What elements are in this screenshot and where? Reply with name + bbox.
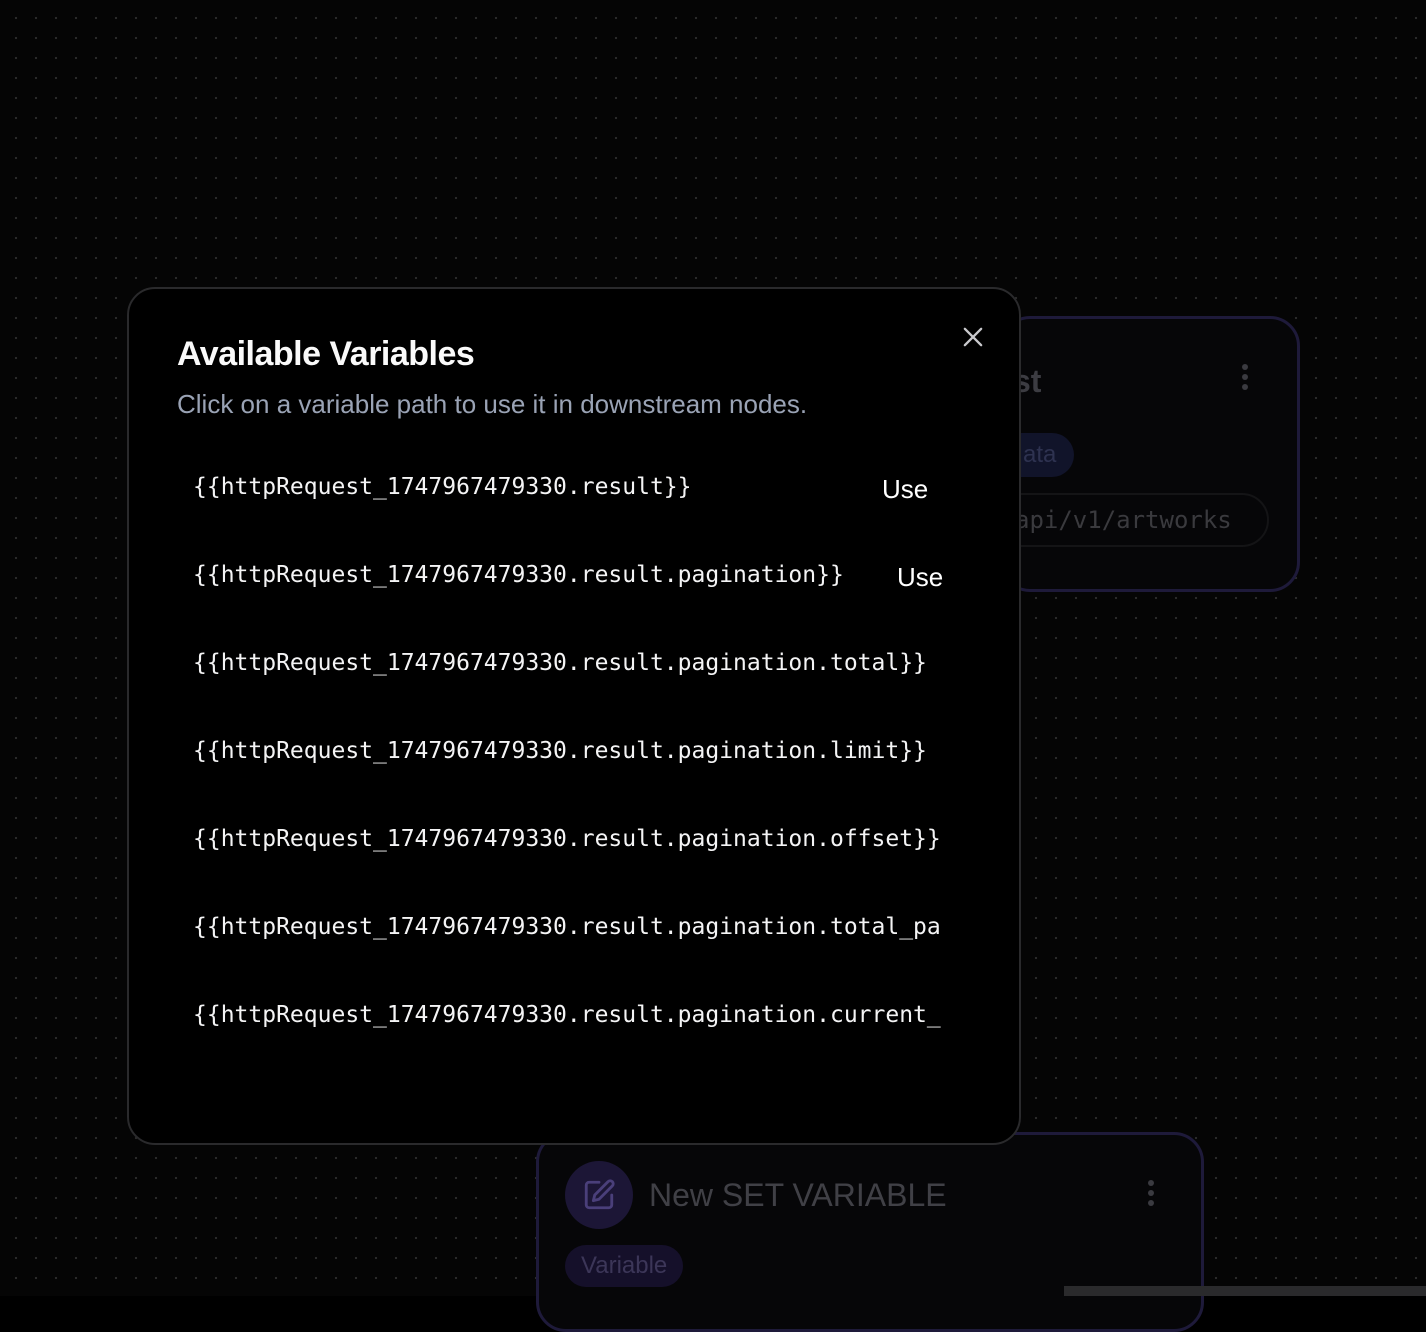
variable-path[interactable]: {{httpRequest_1747967479330.result}} xyxy=(193,459,692,515)
available-variables-dialog: Available Variables Click on a variable … xyxy=(127,287,1021,1145)
use-button[interactable]: Use xyxy=(897,549,943,605)
node-menu-icon[interactable] xyxy=(1147,1180,1155,1210)
set-variable-node[interactable]: New SET VARIABLE Variable xyxy=(536,1132,1204,1332)
node-menu-icon[interactable] xyxy=(1241,364,1249,394)
variable-row: {{httpRequest_1747967479330.result.pagin… xyxy=(193,987,973,1075)
variable-path[interactable]: {{httpRequest_1747967479330.result.pagin… xyxy=(193,635,927,691)
variable-path[interactable]: {{httpRequest_1747967479330.result.pagin… xyxy=(193,899,941,955)
dialog-title: Available Variables xyxy=(177,335,475,373)
node-tag: Variable xyxy=(565,1245,684,1287)
http-request-node[interactable]: st ata api/v1/artworks xyxy=(963,316,1300,592)
variable-path[interactable]: {{httpRequest_1747967479330.result.pagin… xyxy=(193,547,844,603)
dialog-description: Click on a variable path to use it in do… xyxy=(177,389,808,419)
variable-row: {{httpRequest_1747967479330.result.pagin… xyxy=(193,899,973,987)
variable-row: {{httpRequest_1747967479330.result.pagin… xyxy=(193,723,973,811)
variable-path[interactable]: {{httpRequest_1747967479330.result.pagin… xyxy=(193,723,927,779)
variable-row: {{httpRequest_1747967479330.result.pagin… xyxy=(193,635,973,723)
node-title: New SET VARIABLE xyxy=(649,1177,947,1213)
variable-path[interactable]: {{httpRequest_1747967479330.result.pagin… xyxy=(193,811,941,867)
variable-row: {{httpRequest_1747967479330.result}} Use xyxy=(193,459,973,547)
close-icon[interactable] xyxy=(959,323,987,351)
variable-path[interactable]: {{httpRequest_1747967479330.result.pagin… xyxy=(193,987,941,1043)
scrollbar[interactable] xyxy=(1064,1286,1426,1296)
use-button[interactable]: Use xyxy=(882,461,928,517)
variable-list: {{httpRequest_1747967479330.result}} Use… xyxy=(193,459,973,1079)
variable-row: {{httpRequest_1747967479330.result.pagin… xyxy=(193,811,973,899)
edit-icon xyxy=(565,1161,633,1229)
variable-row: {{httpRequest_1747967479330.result.pagin… xyxy=(193,547,973,635)
